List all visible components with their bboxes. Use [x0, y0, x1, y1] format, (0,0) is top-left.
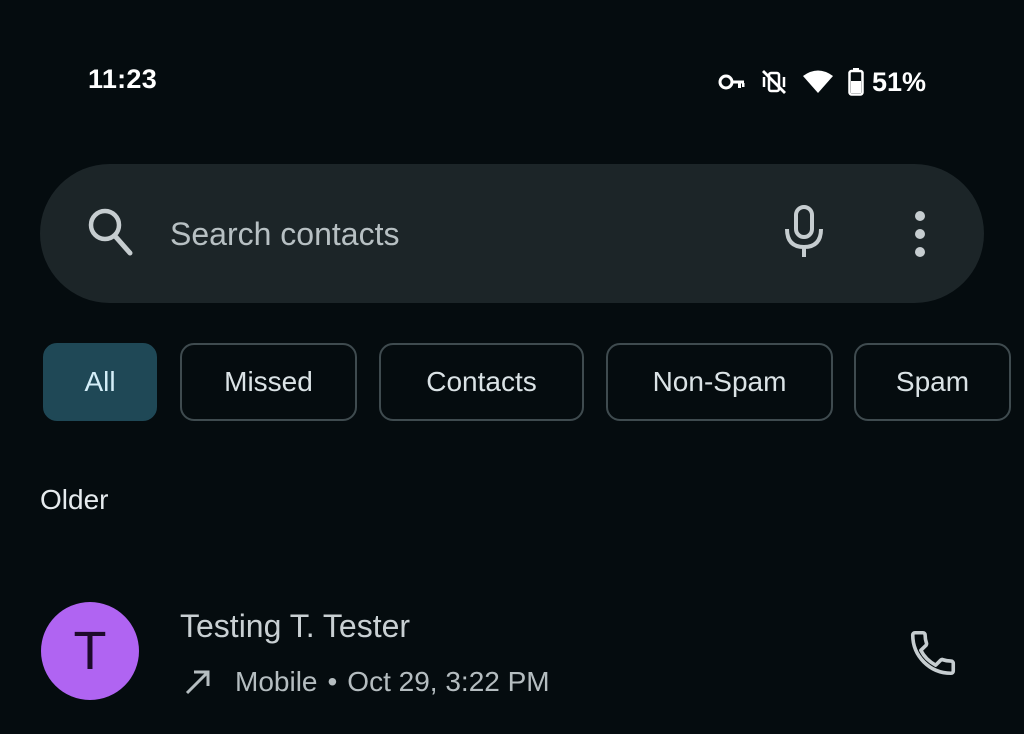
wifi-icon — [802, 69, 834, 95]
call-log-row[interactable]: T Testing T. Tester Mobile • Oct 29, 3:2… — [0, 590, 1024, 720]
call-meta: Mobile • Oct 29, 3:22 PM — [183, 666, 550, 698]
avatar[interactable]: T — [41, 602, 139, 700]
mic-icon[interactable] — [782, 205, 826, 266]
filter-chip-missed[interactable]: Missed — [180, 343, 357, 421]
more-vert-icon[interactable] — [900, 208, 940, 265]
search-icon[interactable] — [86, 206, 134, 263]
status-time: 11:23 — [88, 64, 158, 94]
filter-chip-all[interactable]: All — [43, 343, 157, 421]
status-icons: 51% — [718, 62, 926, 102]
filter-chip-spam[interactable]: Spam — [854, 343, 1011, 421]
phone-icon[interactable] — [906, 626, 960, 685]
meta-separator: • — [327, 666, 338, 697]
battery-icon — [848, 68, 864, 96]
contact-name: Testing T. Tester — [180, 608, 411, 644]
search-input[interactable] — [170, 210, 730, 258]
vpn-key-icon — [718, 72, 746, 92]
call-datetime: Oct 29, 3:22 PM — [347, 666, 550, 697]
phone-app-screen: 11:23 51% Search contacts All Missed Con… — [0, 0, 1024, 734]
battery-percent: 51% — [872, 66, 927, 97]
vibrate-off-icon — [760, 68, 788, 96]
outgoing-arrow-icon — [183, 667, 213, 697]
filter-chip-non-spam[interactable]: Non-Spam — [606, 343, 833, 421]
filter-chip-contacts[interactable]: Contacts — [379, 343, 584, 421]
call-type: Mobile — [235, 666, 318, 697]
section-header-older: Older — [40, 484, 109, 515]
